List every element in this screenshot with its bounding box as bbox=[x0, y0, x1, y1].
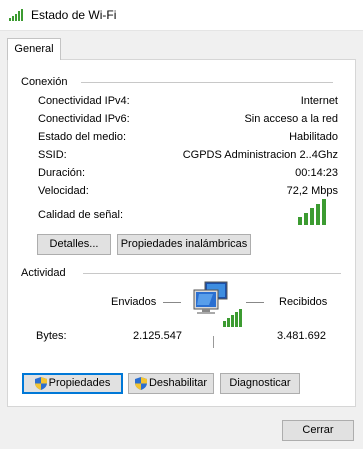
connection-section-label: Conexión bbox=[21, 76, 68, 88]
bytes-received-value: 3.481.692 bbox=[277, 330, 326, 342]
bytes-label: Bytes: bbox=[36, 330, 67, 342]
details-button[interactable]: Detalles... bbox=[37, 234, 111, 255]
diagnose-button[interactable]: Diagnosticar bbox=[220, 373, 300, 394]
ipv6-value: Sin acceso a la red bbox=[244, 113, 338, 125]
sent-label: Enviados bbox=[111, 296, 157, 308]
bytes-sent-value: 2.125.547 bbox=[133, 330, 182, 342]
wifi-signal-icon bbox=[9, 9, 23, 21]
ipv4-value: Internet bbox=[300, 95, 338, 107]
disable-button-label: Deshabilitar bbox=[148, 377, 208, 389]
ipv4-label: Conectividad IPv4: bbox=[38, 95, 130, 107]
properties-button-label: Propiedades bbox=[48, 377, 111, 389]
window-title: Estado de Wi-Fi bbox=[31, 8, 117, 22]
ssid-value: CGPDS Administracion 2..4Ghz bbox=[182, 149, 338, 161]
ipv6-label: Conectividad IPv6: bbox=[38, 113, 130, 125]
duration-label: Duración: bbox=[38, 167, 86, 179]
wireless-properties-button[interactable]: Propiedades inalámbricas bbox=[117, 234, 251, 255]
speed-label: Velocidad: bbox=[38, 185, 89, 197]
title-bar: Estado de Wi-Fi bbox=[0, 0, 363, 31]
sent-line bbox=[163, 302, 181, 303]
close-button[interactable]: Cerrar bbox=[282, 420, 354, 441]
duration-value: 00:14:23 bbox=[295, 167, 338, 179]
signal-quality-label: Calidad de señal: bbox=[38, 209, 124, 221]
network-computers-icon bbox=[193, 281, 242, 327]
ssid-label: SSID: bbox=[38, 149, 67, 161]
signal-strength-icon bbox=[298, 199, 326, 225]
admin-shield-icon bbox=[34, 377, 47, 390]
general-panel: Conexión Conectividad IPv4: Internet Con… bbox=[7, 59, 356, 407]
received-line bbox=[246, 302, 264, 303]
admin-shield-icon bbox=[134, 377, 147, 390]
properties-button[interactable]: Propiedades bbox=[22, 373, 123, 394]
disable-button[interactable]: Deshabilitar bbox=[128, 373, 214, 394]
media-state-label: Estado del medio: bbox=[38, 131, 127, 143]
received-label: Recibidos bbox=[279, 296, 328, 308]
tab-general[interactable]: General bbox=[7, 38, 61, 60]
connection-divider bbox=[81, 82, 333, 83]
activity-section-label: Actividad bbox=[21, 267, 66, 279]
activity-separator bbox=[213, 336, 214, 348]
activity-divider bbox=[83, 273, 341, 274]
speed-value: 72,2 Mbps bbox=[286, 185, 338, 197]
media-state-value: Habilitado bbox=[289, 131, 338, 143]
